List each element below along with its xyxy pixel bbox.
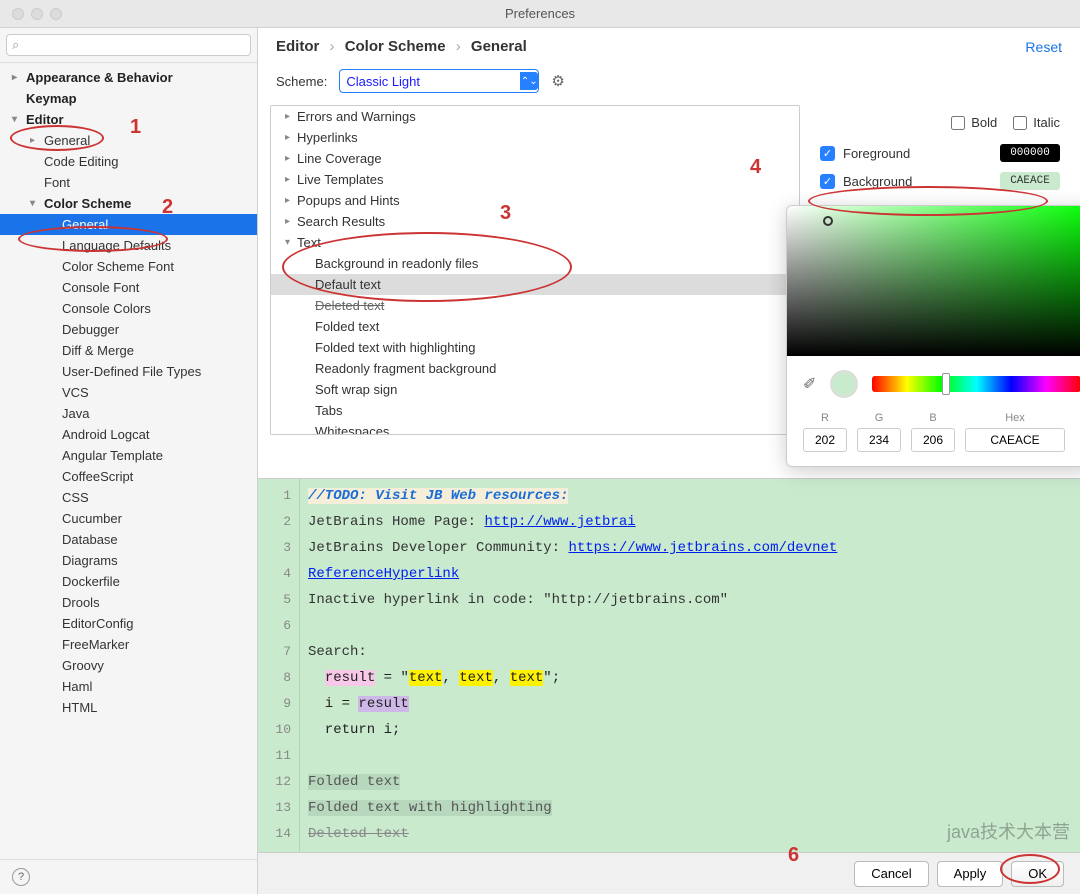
gradient-cursor[interactable] bbox=[823, 216, 833, 226]
sidebar-item-css[interactable]: CSS bbox=[0, 487, 257, 508]
category-list[interactable]: ▸Errors and Warnings▸Hyperlinks▸Line Cov… bbox=[270, 105, 800, 435]
background-swatch[interactable]: CAEACE bbox=[1000, 172, 1060, 190]
saturation-gradient[interactable] bbox=[787, 206, 1080, 356]
sidebar-item-general[interactable]: ▸General bbox=[0, 130, 257, 151]
code-area: //TODO: Visit JB Web resources: JetBrain… bbox=[300, 479, 1080, 852]
b-input[interactable] bbox=[911, 428, 955, 452]
category-deleted-text[interactable]: Deleted text bbox=[271, 295, 799, 316]
annotation-6: 6 bbox=[788, 844, 799, 867]
category-background-in-readonly-files[interactable]: Background in readonly files bbox=[271, 253, 799, 274]
sidebar-item-language-defaults[interactable]: Language Defaults bbox=[0, 235, 257, 256]
sidebar-item-coffeescript[interactable]: CoffeeScript bbox=[0, 466, 257, 487]
category-readonly-fragment-background[interactable]: Readonly fragment background bbox=[271, 358, 799, 379]
color-options-panel: Bold Italic ✓ Foreground 000000 ✓ Bac bbox=[800, 105, 1080, 478]
breadcrumb: Editor › Color Scheme › General bbox=[276, 38, 527, 55]
sidebar-item-code-editing[interactable]: Code Editing bbox=[0, 151, 257, 172]
sidebar-item-color-scheme[interactable]: ▾Color Scheme bbox=[0, 193, 257, 214]
annotation-1: 1 bbox=[130, 116, 141, 139]
titlebar: Preferences bbox=[0, 0, 1080, 28]
annotation-4: 4 bbox=[750, 156, 761, 179]
r-input[interactable] bbox=[803, 428, 847, 452]
sidebar-item-diagrams[interactable]: Diagrams bbox=[0, 550, 257, 571]
category-search-results[interactable]: ▸Search Results bbox=[271, 211, 799, 232]
sidebar: ⌕ ▸Appearance & BehaviorKeymap▾Editor▸Ge… bbox=[0, 28, 258, 894]
sidebar-item-keymap[interactable]: Keymap bbox=[0, 88, 257, 109]
hex-input[interactable] bbox=[965, 428, 1065, 452]
sidebar-item-console-font[interactable]: Console Font bbox=[0, 277, 257, 298]
italic-checkbox[interactable]: Italic bbox=[1013, 115, 1060, 130]
hue-knob[interactable] bbox=[942, 373, 950, 395]
reset-link[interactable]: Reset bbox=[1025, 39, 1062, 55]
crumb-editor: Editor bbox=[276, 38, 319, 55]
foreground-swatch[interactable]: 000000 bbox=[1000, 144, 1060, 162]
sidebar-item-font[interactable]: Font bbox=[0, 172, 257, 193]
background-checkbox[interactable]: ✓ bbox=[820, 174, 835, 189]
sidebar-item-java[interactable]: Java bbox=[0, 403, 257, 424]
foreground-label: Foreground bbox=[843, 146, 910, 161]
sidebar-item-appearance-behavior[interactable]: ▸Appearance & Behavior bbox=[0, 67, 257, 88]
hue-slider[interactable] bbox=[872, 376, 1080, 392]
sidebar-item-cucumber[interactable]: Cucumber bbox=[0, 508, 257, 529]
g-input[interactable] bbox=[857, 428, 901, 452]
category-default-text[interactable]: Default text bbox=[271, 274, 799, 295]
sidebar-item-haml[interactable]: Haml bbox=[0, 676, 257, 697]
category-whitespaces[interactable]: Whitespaces bbox=[271, 421, 799, 435]
bold-checkbox[interactable]: Bold bbox=[951, 115, 997, 130]
sidebar-item-android-logcat[interactable]: Android Logcat bbox=[0, 424, 257, 445]
sidebar-item-freemarker[interactable]: FreeMarker bbox=[0, 634, 257, 655]
sidebar-item-html[interactable]: HTML bbox=[0, 697, 257, 718]
search-input[interactable] bbox=[6, 34, 251, 56]
sidebar-item-editor[interactable]: ▾Editor bbox=[0, 109, 257, 130]
sidebar-item-general[interactable]: General bbox=[0, 214, 257, 235]
category-live-templates[interactable]: ▸Live Templates bbox=[271, 169, 799, 190]
help-icon[interactable]: ? bbox=[12, 868, 30, 886]
eyedropper-icon[interactable]: ✐ bbox=[803, 374, 816, 394]
cancel-button[interactable]: Cancel bbox=[854, 861, 928, 887]
category-hyperlinks[interactable]: ▸Hyperlinks bbox=[271, 127, 799, 148]
sidebar-item-console-colors[interactable]: Console Colors bbox=[0, 298, 257, 319]
category-soft-wrap-sign[interactable]: Soft wrap sign bbox=[271, 379, 799, 400]
category-folded-text-with-highlighting[interactable]: Folded text with highlighting bbox=[271, 337, 799, 358]
category-line-coverage[interactable]: ▸Line Coverage bbox=[271, 148, 799, 169]
sidebar-item-vcs[interactable]: VCS bbox=[0, 382, 257, 403]
sidebar-item-groovy[interactable]: Groovy bbox=[0, 655, 257, 676]
scheme-label: Scheme: bbox=[276, 74, 327, 89]
crumb-colorscheme: Color Scheme bbox=[345, 38, 446, 55]
ok-button[interactable]: OK bbox=[1011, 861, 1064, 887]
sidebar-item-color-scheme-font[interactable]: Color Scheme Font bbox=[0, 256, 257, 277]
category-errors-and-warnings[interactable]: ▸Errors and Warnings bbox=[271, 106, 799, 127]
apply-button[interactable]: Apply bbox=[937, 861, 1004, 887]
category-text[interactable]: ▾Text bbox=[271, 232, 799, 253]
gear-icon[interactable]: ⚙ bbox=[551, 72, 564, 90]
category-tabs[interactable]: Tabs bbox=[271, 400, 799, 421]
sidebar-item-drools[interactable]: Drools bbox=[0, 592, 257, 613]
sidebar-item-debugger[interactable]: Debugger bbox=[0, 319, 257, 340]
window-title: Preferences bbox=[0, 6, 1080, 21]
sidebar-item-diff-merge[interactable]: Diff & Merge bbox=[0, 340, 257, 361]
category-folded-text[interactable]: Folded text bbox=[271, 316, 799, 337]
sidebar-item-database[interactable]: Database bbox=[0, 529, 257, 550]
code-preview: 1234567891011121314 //TODO: Visit JB Web… bbox=[258, 478, 1080, 852]
search-icon: ⌕ bbox=[12, 37, 19, 53]
background-label: Background bbox=[843, 174, 912, 189]
annotation-2: 2 bbox=[162, 196, 173, 219]
category-popups-and-hints[interactable]: ▸Popups and Hints bbox=[271, 190, 799, 211]
dialog-footer: Cancel Apply OK bbox=[258, 852, 1080, 894]
settings-tree[interactable]: ▸Appearance & BehaviorKeymap▾Editor▸Gene… bbox=[0, 63, 257, 859]
sidebar-item-editorconfig[interactable]: EditorConfig bbox=[0, 613, 257, 634]
sidebar-item-dockerfile[interactable]: Dockerfile bbox=[0, 571, 257, 592]
color-preview-circle bbox=[830, 370, 858, 398]
gutter: 1234567891011121314 bbox=[258, 479, 300, 852]
scheme-select[interactable]: Classic Light ⌃⌄ bbox=[339, 69, 539, 93]
chevron-down-icon: ⌃⌄ bbox=[520, 72, 538, 90]
watermark: java技术大本营 bbox=[947, 818, 1070, 844]
annotation-3: 3 bbox=[500, 202, 511, 225]
sidebar-item-angular-template[interactable]: Angular Template bbox=[0, 445, 257, 466]
crumb-general: General bbox=[471, 38, 527, 55]
sidebar-item-user-defined-file-types[interactable]: User-Defined File Types bbox=[0, 361, 257, 382]
foreground-checkbox[interactable]: ✓ bbox=[820, 146, 835, 161]
color-picker: ✐ R G B Hex bbox=[786, 205, 1080, 467]
scheme-value: Classic Light bbox=[346, 74, 420, 89]
